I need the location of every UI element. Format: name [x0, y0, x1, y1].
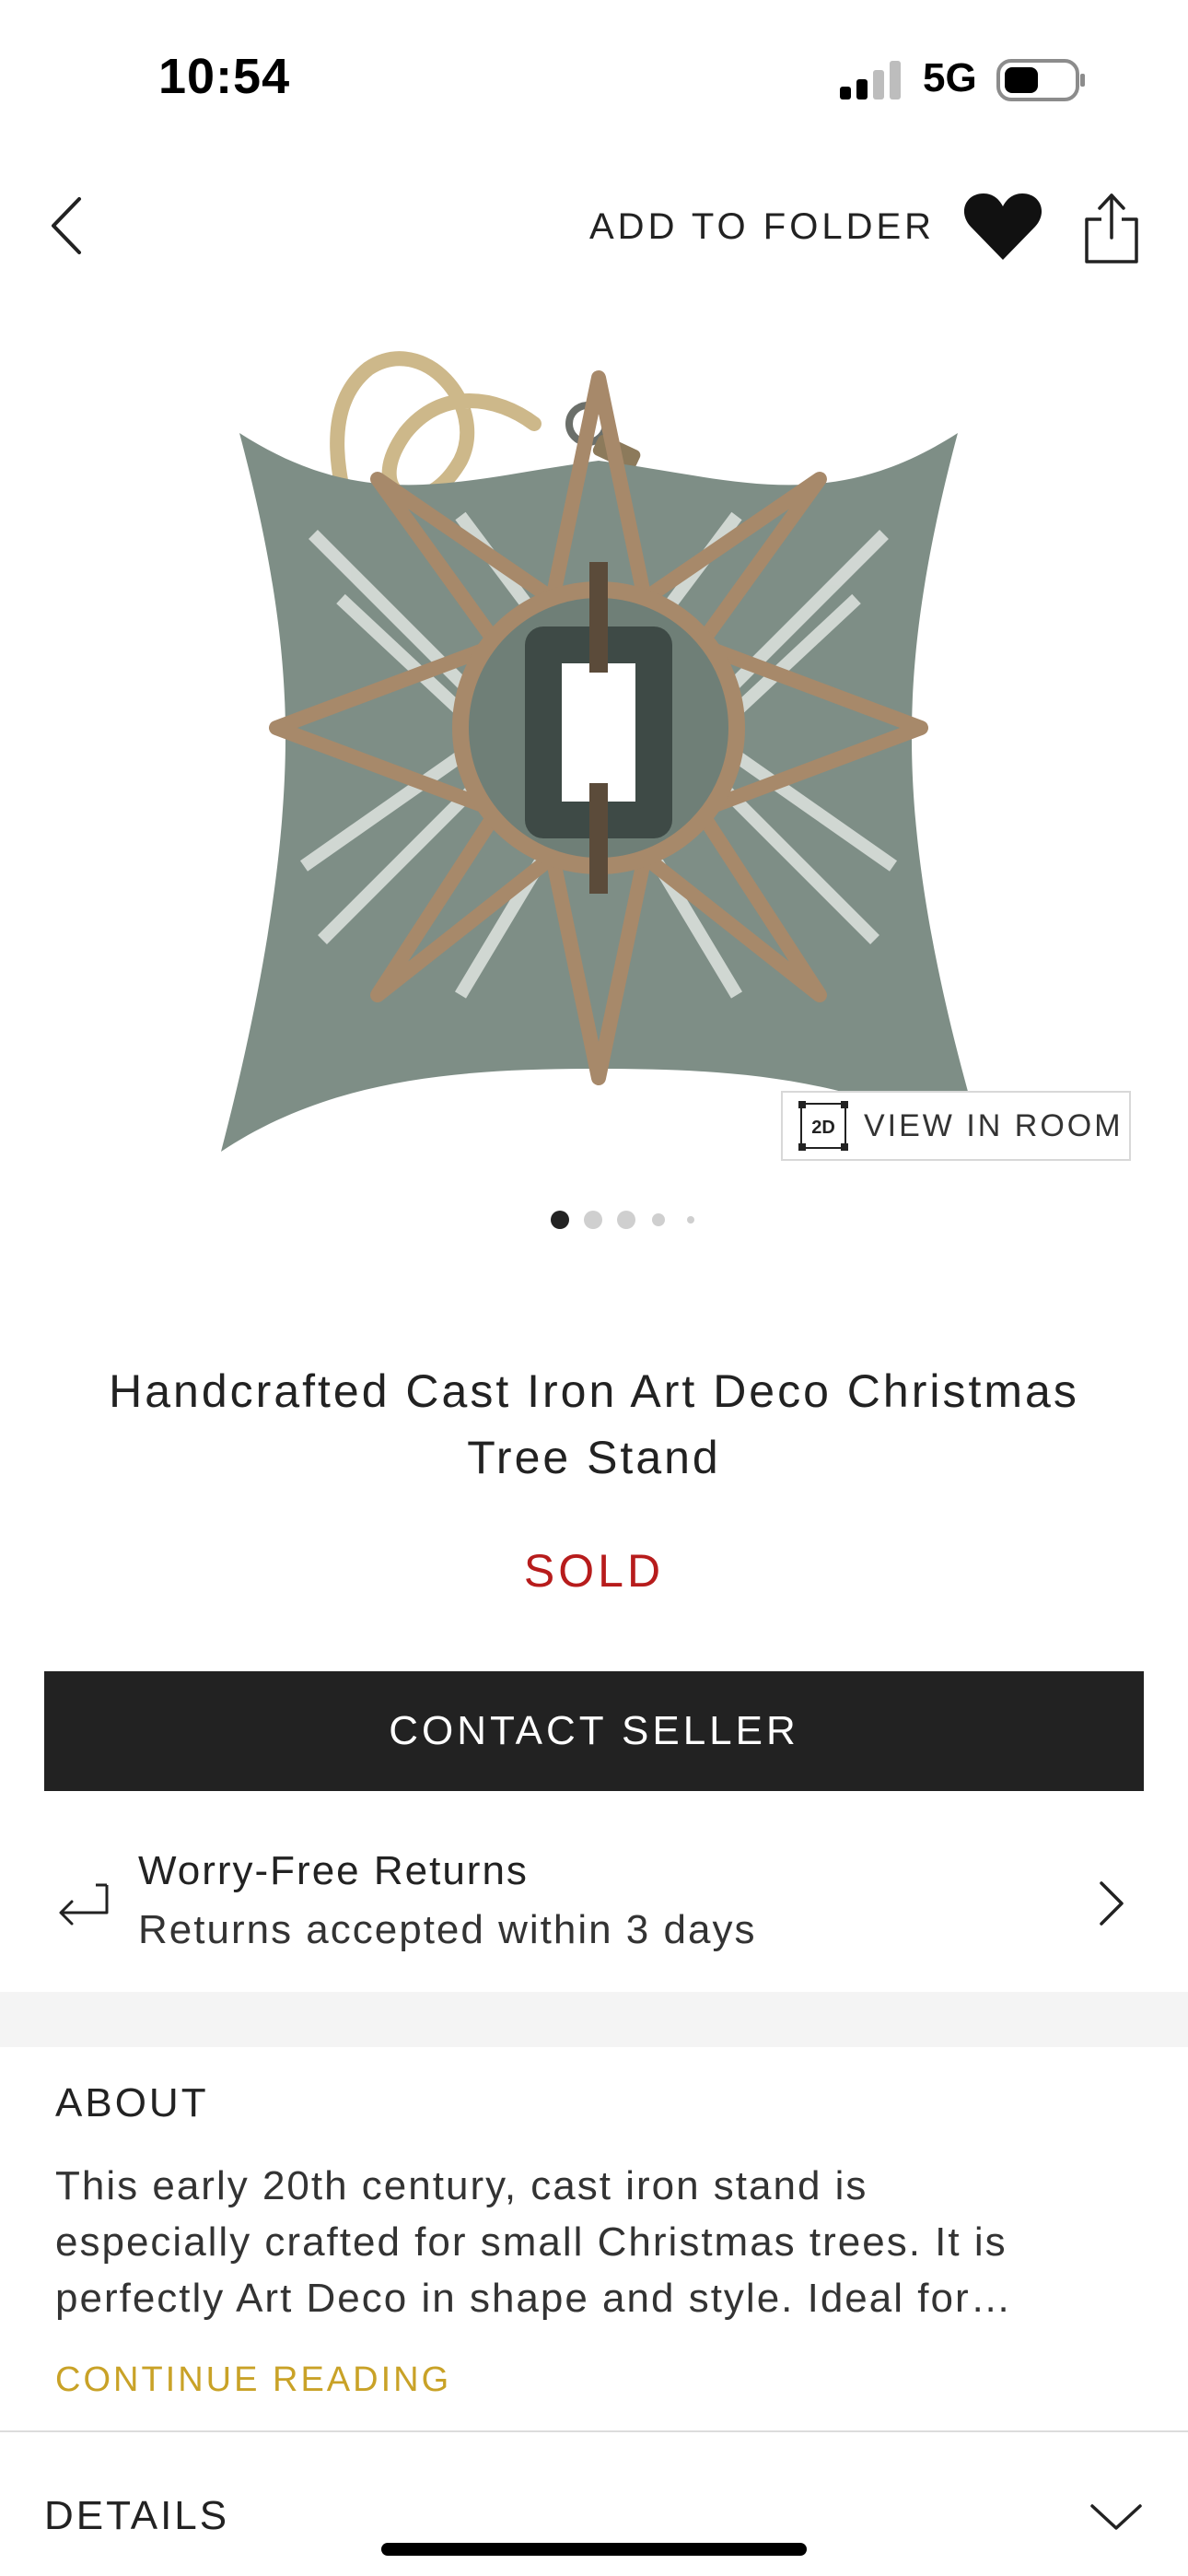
network-label: 5G	[923, 55, 977, 100]
carousel-dot-2[interactable]	[584, 1211, 602, 1229]
product-title-line-2: Tree Stand	[467, 1432, 721, 1483]
view-2d-icon: 2D	[798, 1101, 848, 1151]
share-button[interactable]	[1079, 190, 1144, 267]
heart-icon	[963, 193, 1042, 260]
add-to-folder-button[interactable]: ADD TO FOLDER	[589, 206, 935, 248]
returns-title: Worry-Free Returns	[138, 1848, 529, 1893]
nav-bar: ADD TO FOLDER	[0, 175, 1188, 276]
carousel-dot-3[interactable]	[617, 1211, 635, 1229]
details-heading: DETAILS	[44, 2493, 230, 2538]
share-icon	[1085, 193, 1138, 263]
carousel-dot-4[interactable]	[652, 1213, 665, 1226]
section-divider	[0, 1992, 1188, 2047]
carousel-dots[interactable]	[543, 1207, 709, 1231]
chevron-down-icon	[1090, 2504, 1142, 2530]
status-bar: 10:54 5G	[0, 0, 1188, 147]
home-indicator[interactable]	[381, 2543, 807, 2556]
about-line-3: perfectly Art Deco in shape and style. I…	[55, 2276, 1013, 2321]
favorite-button[interactable]	[961, 188, 1044, 265]
carousel-dot-1[interactable]	[551, 1211, 569, 1229]
contact-seller-button[interactable]: CONTACT SELLER	[44, 1671, 1144, 1791]
continue-reading-link[interactable]: CONTINUE READING	[55, 2360, 451, 2400]
product-title: Handcrafted Cast Iron Art Deco Christmas…	[55, 1358, 1133, 1491]
returns-subtitle: Returns accepted within 3 days	[138, 1907, 757, 1952]
return-arrow-icon	[59, 1883, 109, 1926]
svg-text:2D: 2D	[811, 1118, 835, 1138]
chevron-right-icon	[1100, 1881, 1124, 1926]
carousel-dot-5[interactable]	[687, 1216, 694, 1224]
status-time: 10:54	[158, 49, 291, 104]
about-line-2: especially crafted for small Christmas t…	[55, 2219, 1007, 2265]
about-heading: ABOUT	[55, 2080, 209, 2125]
view-in-room-label: VIEW IN ROOM	[864, 1107, 1124, 1143]
product-image[interactable]	[184, 295, 1013, 1161]
battery-icon	[996, 59, 1085, 101]
back-button[interactable]	[37, 186, 101, 265]
view-in-room-button[interactable]: 2D VIEW IN ROOM	[781, 1091, 1131, 1161]
product-title-line-1: Handcrafted Cast Iron Art Deco Christmas	[109, 1365, 1079, 1417]
about-line-1: This early 20th century, cast iron stand…	[55, 2163, 868, 2208]
chevron-left-icon	[52, 197, 81, 254]
sold-status: SOLD	[523, 1545, 665, 1597]
tree-stand-image	[221, 351, 985, 1152]
returns-row[interactable]: Worry-Free Returns Returns accepted with…	[0, 1833, 1188, 1981]
about-text: This early 20th century, cast iron stand…	[55, 2158, 1133, 2326]
signal-icon	[840, 61, 901, 100]
